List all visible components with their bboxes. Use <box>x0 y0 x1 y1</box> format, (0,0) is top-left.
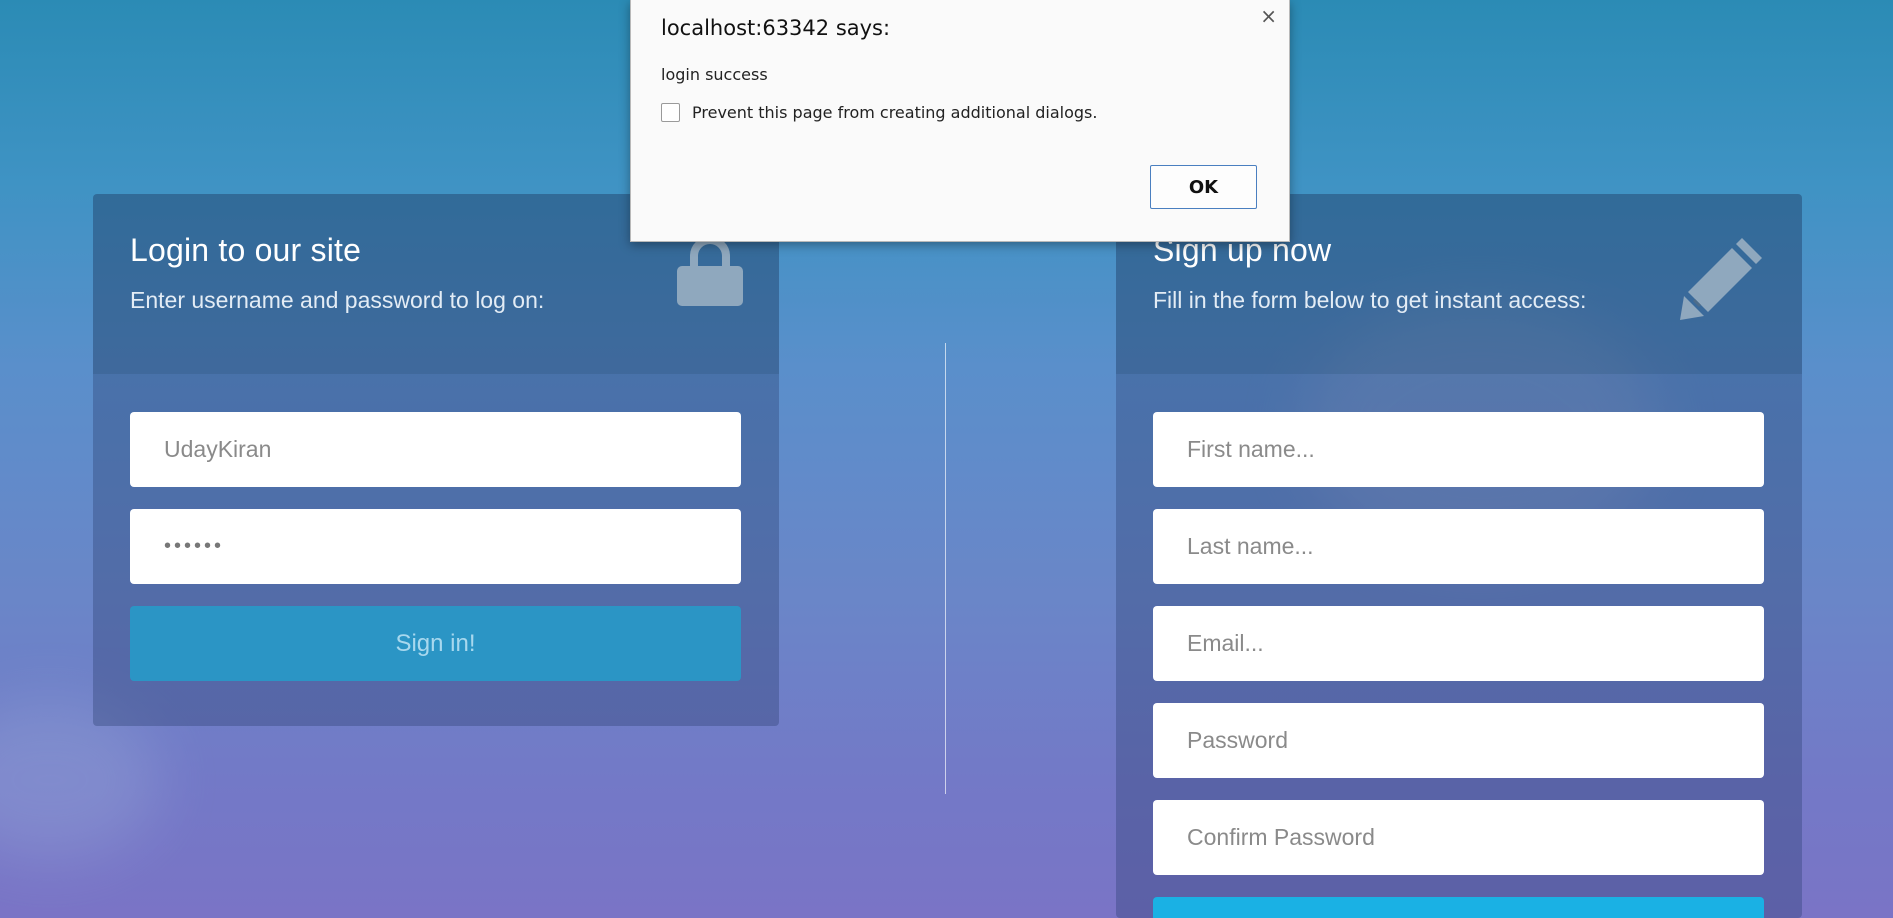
login-subtitle: Enter username and password to log on: <box>130 287 545 313</box>
last-name-input[interactable]: Last name... <box>1153 509 1764 584</box>
username-input[interactable]: UdayKiran <box>130 412 741 487</box>
lock-icon <box>677 236 743 311</box>
page-background: Login to our site Enter username and pas… <box>0 0 1893 918</box>
pencil-icon <box>1680 234 1766 325</box>
signup-password-input[interactable]: Password <box>1153 703 1764 778</box>
email-input[interactable]: Email... <box>1153 606 1764 681</box>
prevent-dialogs-option[interactable]: Prevent this page from creating addition… <box>661 103 1097 122</box>
login-panel: Login to our site Enter username and pas… <box>93 194 779 726</box>
password-input[interactable]: •••••• <box>130 509 741 584</box>
dialog-message: login success <box>661 65 768 84</box>
confirm-password-input[interactable]: Confirm Password <box>1153 800 1764 875</box>
signup-subtitle: Fill in the form below to get instant ac… <box>1153 287 1587 313</box>
alert-dialog: localhost:63342 says: × login success Pr… <box>630 0 1290 242</box>
ok-button[interactable]: OK <box>1150 165 1257 209</box>
prevent-dialogs-checkbox[interactable] <box>661 103 680 122</box>
sign-in-button[interactable]: Sign in! <box>130 606 741 681</box>
prevent-dialogs-label: Prevent this page from creating addition… <box>692 103 1098 122</box>
dialog-title: localhost:63342 says: <box>661 16 891 40</box>
sign-up-button[interactable] <box>1153 897 1764 918</box>
signup-panel: Sign up now Fill in the form below to ge… <box>1116 194 1802 918</box>
vertical-divider <box>945 343 946 794</box>
signup-panel-body: First name... Last name... Email... Pass… <box>1116 374 1802 918</box>
close-icon[interactable]: × <box>1260 4 1277 28</box>
first-name-input[interactable]: First name... <box>1153 412 1764 487</box>
login-panel-body: UdayKiran •••••• Sign in! <box>93 374 779 726</box>
